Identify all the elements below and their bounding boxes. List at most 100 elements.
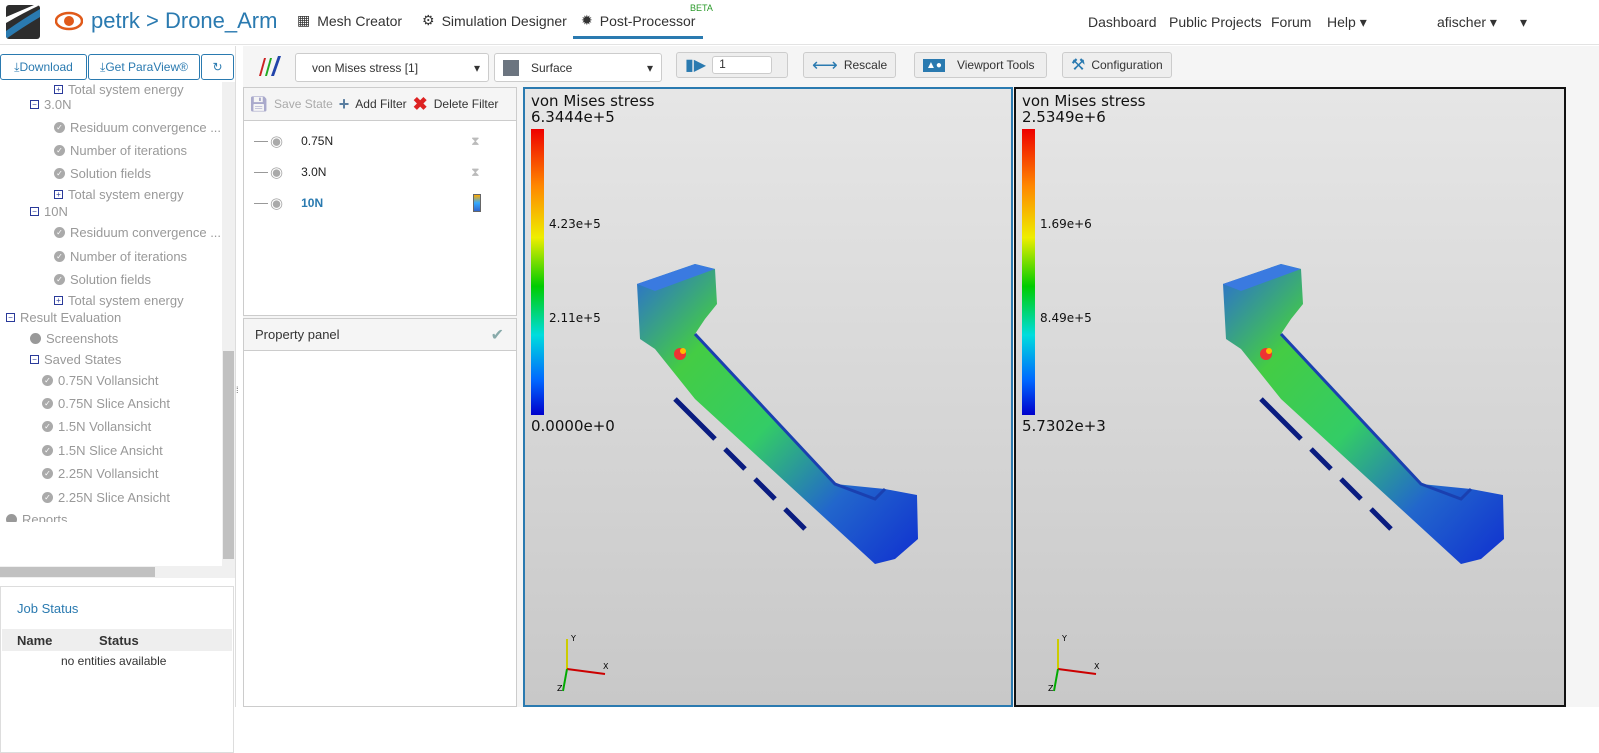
tree-item[interactable]: ✓ 1.5N Vollansicht — [42, 419, 151, 434]
tree-scroll-thumb[interactable] — [223, 351, 234, 559]
tree-item[interactable]: + Total system energy — [54, 82, 184, 97]
tree-item[interactable]: ✓ 2.25N Vollansicht — [42, 466, 158, 481]
collapse-icon[interactable]: − — [6, 313, 15, 322]
tree-item[interactable]: ✓ Number of iterations — [54, 143, 187, 158]
column-name[interactable]: Name — [17, 633, 52, 648]
field-select[interactable]: von Mises stress [1] ▾ — [295, 53, 489, 82]
nav-simulation-designer[interactable]: ⚙ Simulation Designer — [422, 12, 567, 29]
rescale-button[interactable]: ⟷ Rescale — [803, 52, 897, 78]
pipeline-item[interactable]: ◉ 3.0N ⧗ — [254, 163, 480, 181]
add-filter-button[interactable]: Add Filter — [355, 97, 406, 111]
color-scale-bar — [1022, 129, 1035, 415]
apply-check-icon[interactable]: ✔ — [491, 325, 504, 345]
eye-visibility-icon[interactable]: ◉ — [270, 194, 283, 212]
nav-forum[interactable]: Forum — [1271, 14, 1311, 30]
get-paraview-button[interactable]: ⤓ Get ParaView® — [88, 54, 200, 80]
expand-icon[interactable]: + — [54, 190, 63, 199]
nav-public-projects[interactable]: Public Projects — [1169, 14, 1262, 30]
tree-item[interactable]: ✓ Solution fields — [54, 166, 151, 181]
app-logo[interactable] — [6, 5, 40, 39]
tree-item[interactable]: + Total system energy — [54, 187, 184, 202]
tree-item-label: Saved States — [44, 352, 122, 367]
viewport-tools-label: Viewport Tools — [956, 58, 1035, 72]
collapse-icon[interactable]: − — [30, 355, 39, 364]
orientation-axes-icon: Y X Z — [1048, 634, 1100, 693]
tree-item[interactable]: − Result Evaluation — [6, 310, 121, 325]
viewport-left[interactable]: von Mises stress 6.3444e+5 4.23e+5 2.11e+… — [523, 87, 1013, 707]
more-menu-caret-icon[interactable]: ▾ — [1520, 14, 1527, 31]
tree-item[interactable]: ✓ 1.5N Slice Ansicht — [42, 443, 163, 458]
caret-down-icon: ▾ — [1489, 14, 1497, 30]
pipeline-item[interactable]: ◉ 0.75N ⧗ — [254, 132, 480, 150]
user-menu[interactable]: afischer ▾ — [1437, 14, 1497, 31]
save-icon: 💾︎ — [249, 96, 269, 113]
tree-item[interactable]: −3.0N — [30, 97, 71, 112]
tree-item-label: Residuum convergence ... — [70, 120, 222, 135]
tree-item[interactable]: −10N — [30, 204, 68, 219]
eye-visibility-icon[interactable]: ◉ — [270, 163, 283, 181]
tree-item[interactable]: ✓ 0.75N Slice Ansicht — [42, 396, 170, 411]
timestep-input[interactable]: 1 — [712, 56, 773, 74]
tree-item[interactable]: ✓ Solution fields — [54, 272, 151, 287]
nav-mesh-creator[interactable]: ▦ Mesh Creator — [297, 12, 402, 29]
tree-item[interactable]: ✓ 0.75N Vollansicht — [42, 373, 158, 388]
expand-icon[interactable]: + — [54, 296, 63, 305]
check-circle-icon: ✓ — [42, 375, 53, 386]
orientation-axes-icon: Y X Z — [557, 634, 609, 693]
tree-item[interactable]: Screenshots — [30, 331, 118, 346]
tree-item[interactable]: − Saved States — [30, 352, 121, 367]
nav-help-dropdown[interactable]: Help ▾ — [1327, 14, 1367, 31]
delete-filter-button[interactable]: Delete Filter — [434, 97, 499, 111]
refresh-icon: ↻ — [212, 60, 223, 74]
tree-item[interactable]: + Total system energy — [54, 293, 184, 308]
tree-item[interactable]: ✓ Residuum convergence ... — [54, 120, 221, 135]
tree-hscroll-thumb[interactable] — [0, 567, 155, 577]
svg-text:Z: Z — [557, 684, 563, 693]
nav-dashboard[interactable]: Dashboard — [1088, 14, 1157, 30]
play-icon[interactable]: ▮▶ — [685, 55, 706, 75]
collapse-icon[interactable]: − — [30, 100, 39, 109]
viewport-right[interactable]: von Mises stress 2.5349e+6 1.69e+6 8.49e+… — [1014, 87, 1566, 707]
pipeline-item-label: 10N — [301, 196, 324, 210]
scalar-bar-name: von Mises stress — [531, 92, 655, 110]
project-tree: + Total system energy −3.0N ✓ Residuum conve… — [0, 82, 222, 522]
tree-item[interactable]: ✓ Residuum convergence ... — [54, 225, 221, 240]
viewport-tools-button[interactable]: ▲● Viewport Tools — [914, 52, 1047, 78]
tree-item[interactable]: ✓ 2.25N Slice Ansicht — [42, 490, 170, 505]
save-state-button[interactable]: Save State — [274, 97, 333, 111]
timestep-control: ▮▶ 1 — [676, 52, 788, 78]
hidden-colormap-icon: ⧗ — [471, 133, 480, 148]
configuration-button[interactable]: ⚒ Configuration — [1062, 52, 1172, 78]
tree-item-label: Total system energy — [68, 187, 184, 202]
drone-arm-mesh — [637, 264, 918, 564]
property-panel-title: Property panel — [255, 327, 340, 342]
svg-text:X: X — [603, 662, 609, 671]
eye-icon — [55, 11, 83, 31]
download-button[interactable]: ⤓ Download — [0, 54, 87, 80]
caret-down-icon: ▾ — [1359, 14, 1367, 30]
tree-item[interactable]: ✓ Number of iterations — [54, 249, 187, 264]
representation-value: Surface — [531, 60, 573, 75]
collapse-icon[interactable]: − — [30, 207, 39, 216]
project-breadcrumb[interactable]: petrk > Drone_Arm — [55, 8, 277, 34]
sidebar-resize-handle[interactable]: ⁞ — [236, 385, 239, 395]
check-circle-icon: ✓ — [42, 468, 53, 479]
scalar-bar-min: 5.7302e+3 — [1022, 417, 1106, 435]
caret-down-icon: ▾ — [473, 60, 480, 75]
nav-label: Simulation Designer — [441, 12, 567, 29]
job-empty-message: no entities available — [61, 654, 167, 668]
project-sidebar: ⤓ Download ⤓ Get ParaView® ↻ + Total system… — [0, 46, 236, 753]
download-label: Download — [19, 60, 73, 74]
help-label: Help — [1327, 14, 1356, 30]
pipeline-item-selected[interactable]: ◉ 10N — [254, 194, 482, 212]
scalar-bar-max: 2.5349e+6 — [1022, 108, 1106, 126]
nav-post-processor[interactable]: ✹ Post-Processor — [573, 12, 704, 39]
representation-select[interactable]: Surface ▾ — [494, 53, 662, 82]
refresh-button[interactable]: ↻ — [201, 54, 234, 80]
paraview-logo-icon — [259, 56, 281, 76]
tree-item[interactable]: Reports — [6, 512, 68, 522]
expand-icon[interactable]: + — [54, 85, 63, 94]
tree-item-label: Result Evaluation — [20, 310, 122, 325]
column-status[interactable]: Status — [99, 633, 139, 648]
eye-visibility-icon[interactable]: ◉ — [270, 132, 283, 150]
